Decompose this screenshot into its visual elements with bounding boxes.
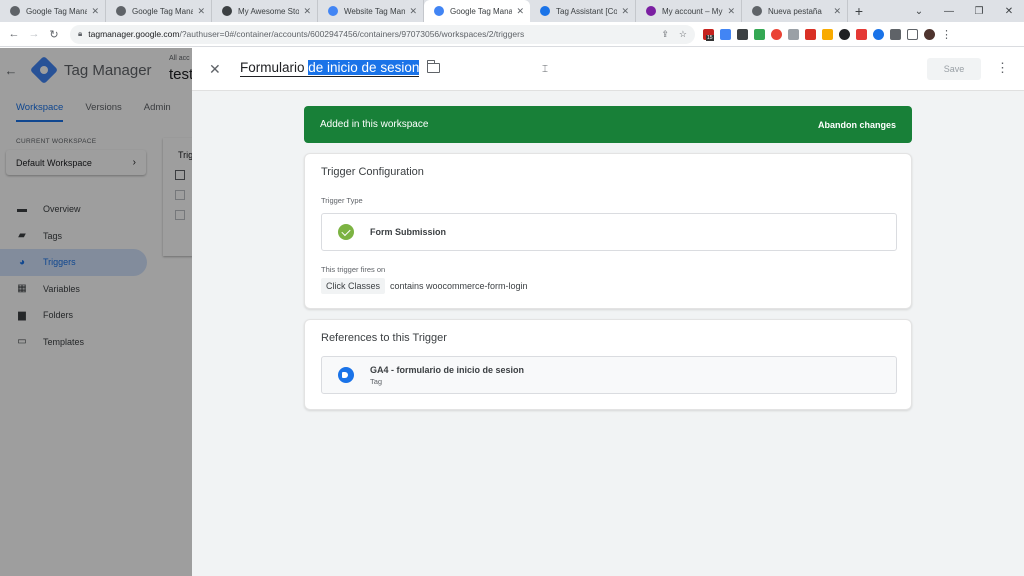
- close-tab-icon[interactable]: ✕: [727, 6, 735, 17]
- tag-icon: [540, 6, 550, 16]
- overlay-scrim[interactable]: [0, 48, 192, 576]
- close-tab-icon[interactable]: ✕: [303, 6, 311, 17]
- save-button[interactable]: Save: [927, 58, 981, 80]
- sidebar-icon[interactable]: [907, 28, 918, 40]
- address-bar: ← → ↻ 🔒︎ tagmanager.google.com /?authuse…: [0, 22, 1024, 47]
- references-card: References to this Trigger GA4 - formula…: [304, 319, 912, 410]
- extension-icon-a[interactable]: [737, 28, 748, 40]
- browser-tab-title: My account – My: [662, 6, 723, 16]
- browser-tab[interactable]: Google Tag Mana ✕: [0, 0, 106, 22]
- trigger-editor-panel: ✕ Formulario de inicio de sesion ⌶ Save …: [192, 48, 1024, 576]
- share-icon[interactable]: ⇪: [661, 29, 669, 40]
- condition-text: contains woocommerce-form-login: [390, 281, 528, 291]
- adblock-icon[interactable]: [771, 28, 782, 40]
- browser-tab-title: My Awesome Sto: [238, 6, 300, 16]
- browser-tab-strip: Google Tag Mana ✕ Google Tag Mana ✕ My Aweso…: [0, 0, 1024, 22]
- google-icon: [328, 6, 338, 16]
- more-vert-icon[interactable]: ⋮: [996, 60, 1009, 76]
- trigger-condition: Click Classes contains woocommerce-form-…: [321, 278, 528, 294]
- browser-tab-title: Google Tag Mana: [26, 6, 88, 16]
- browser-tab[interactable]: Website Tag Mana ✕: [318, 0, 424, 22]
- close-tab-icon[interactable]: ✕: [409, 6, 417, 17]
- star-icon[interactable]: ☆: [679, 29, 687, 40]
- panel-header: ✕ Formulario de inicio de sesion ⌶ Save …: [192, 48, 1024, 91]
- extension-icon-tag[interactable]: [839, 28, 850, 40]
- browser-tab[interactable]: My Awesome Sto ✕: [212, 0, 318, 22]
- lock-icon: 🔒︎: [78, 29, 83, 38]
- minimize-icon[interactable]: —: [934, 0, 964, 22]
- condition-variable: Click Classes: [321, 278, 386, 294]
- browser-tab[interactable]: Nueva pestaña ✕: [742, 0, 848, 22]
- close-tab-icon[interactable]: ✕: [833, 6, 841, 17]
- browser-tab-title: Tag Assistant [Co: [556, 6, 618, 16]
- mouse-cursor-icon: ⌶: [542, 64, 548, 75]
- reference-type: Tag: [370, 376, 383, 386]
- browser-tab[interactable]: Tag Assistant [Co ✕: [530, 0, 636, 22]
- gtm-app: ← Tag Manager All acc test Workspace Ver…: [0, 48, 1024, 576]
- reference-item[interactable]: GA4 - formulario de inicio de sesion Tag: [321, 356, 897, 394]
- extension-icon-ruler[interactable]: [754, 28, 765, 40]
- close-icon[interactable]: ✕: [209, 61, 221, 78]
- trigger-name-input[interactable]: Formulario de inicio de sesion: [240, 60, 420, 77]
- extensions-bar: 15 ⋮: [703, 28, 952, 41]
- extension-badge: 15: [706, 34, 714, 41]
- extension-icon-yellow[interactable]: [822, 28, 833, 40]
- trigger-type-value: Form Submission: [370, 227, 447, 237]
- close-tab-icon[interactable]: ✕: [91, 6, 99, 17]
- extension-icon-blue[interactable]: [720, 28, 731, 40]
- globe-icon: [116, 6, 126, 16]
- url-host: tagmanager.google.com: [88, 29, 180, 39]
- url-input[interactable]: 🔒︎ tagmanager.google.com /?authuser=0#/c…: [70, 24, 695, 44]
- browser-tab-title: Nueva pestaña: [768, 6, 822, 16]
- extension-icon-grey[interactable]: [788, 28, 799, 40]
- more-menu-icon[interactable]: ⋮: [941, 28, 952, 41]
- avatar[interactable]: [924, 28, 935, 40]
- gtm-icon: [434, 6, 444, 16]
- globe-icon: [10, 6, 20, 16]
- extension-icon-b[interactable]: [856, 28, 867, 40]
- extension-icon-red[interactable]: [805, 28, 816, 40]
- browser-tab[interactable]: Google Tag Mana ✕: [106, 0, 212, 22]
- browser-tab-title: Website Tag Mana: [344, 6, 406, 16]
- close-tab-icon[interactable]: ✕: [621, 6, 629, 17]
- restore-icon[interactable]: ❐: [964, 0, 994, 22]
- banner-text: Added in this workspace: [320, 119, 429, 130]
- url-path: /?authuser=0#/container/accounts/6002947…: [179, 29, 525, 39]
- reference-text: GA4 - formulario de inicio de sesion Tag: [370, 365, 524, 386]
- folder-icon[interactable]: [426, 60, 440, 73]
- close-tab-icon[interactable]: ✕: [516, 6, 524, 17]
- trigger-configuration-card[interactable]: Trigger Configuration Trigger Type Form …: [304, 153, 912, 309]
- reload-icon[interactable]: ↻: [44, 28, 64, 41]
- chevron-down-icon[interactable]: ⌄: [904, 0, 934, 22]
- browser-tab[interactable]: My account – My ✕: [636, 0, 742, 22]
- trigger-name-text: Formulario: [240, 60, 309, 75]
- browser-tab[interactable]: Google Tag Mana ✕: [424, 0, 530, 22]
- new-tab-button[interactable]: +: [848, 0, 870, 22]
- window-controls: ⌄ — ❐ ✕: [904, 0, 1024, 22]
- mail-icon: [646, 6, 656, 16]
- reference-name: GA4 - formulario de inicio de sesion: [370, 364, 525, 375]
- browser-tab-title: Google Tag Mana: [132, 6, 194, 16]
- card-title: Trigger Configuration: [321, 166, 424, 178]
- browser-tab-title: Google Tag Mana: [450, 6, 513, 16]
- close-tab-icon[interactable]: ✕: [197, 6, 205, 17]
- close-window-icon[interactable]: ✕: [994, 0, 1024, 22]
- form-submission-icon: [338, 224, 354, 240]
- calendar-extension-icon[interactable]: 15: [703, 28, 714, 41]
- abandon-changes-button[interactable]: Abandon changes: [818, 120, 896, 130]
- a-icon: [222, 6, 232, 16]
- tag-icon: [338, 367, 354, 383]
- forward-icon[interactable]: →: [24, 28, 44, 40]
- chrome-icon: [752, 6, 762, 16]
- workspace-status-banner: Added in this workspace Abandon changes: [304, 106, 912, 143]
- fires-on-label: This trigger fires on: [321, 265, 386, 274]
- back-icon[interactable]: ←: [4, 28, 24, 40]
- trigger-name-selected-text: de inicio de sesion: [308, 60, 420, 75]
- extension-icon-globe[interactable]: [873, 28, 884, 40]
- trigger-type-field[interactable]: Form Submission: [321, 213, 897, 251]
- trigger-type-label: Trigger Type: [321, 196, 363, 205]
- card-title: References to this Trigger: [321, 332, 447, 344]
- puzzle-icon[interactable]: [890, 28, 901, 40]
